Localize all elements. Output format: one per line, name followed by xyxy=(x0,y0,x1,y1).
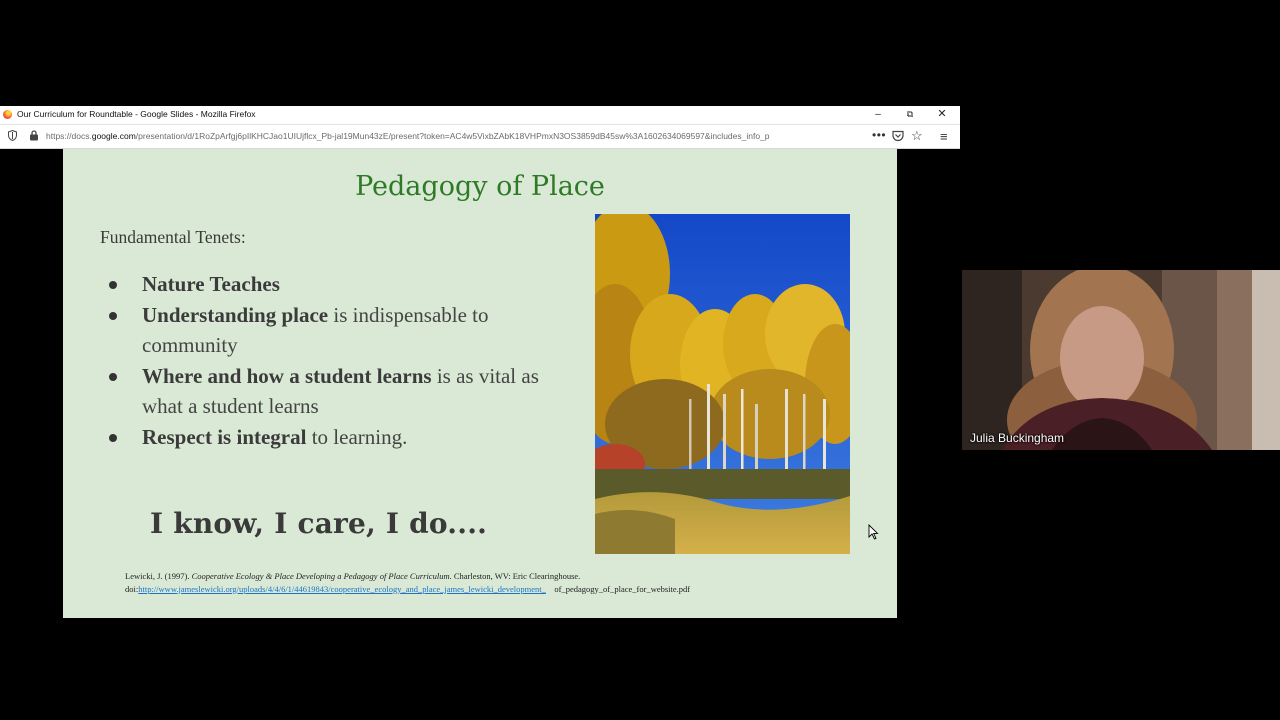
citation-title: Cooperative Ecology & Place Developing a… xyxy=(191,571,452,581)
pocket-icon[interactable] xyxy=(892,130,904,142)
citation-publisher: Charleston, WV: Eric Clearinghouse. xyxy=(451,571,581,581)
participant-video[interactable]: Julia Buckingham xyxy=(962,270,1280,450)
autumn-trees-photo xyxy=(595,214,850,554)
slide-title: Pedagogy of Place xyxy=(355,171,605,202)
title-bar: Our Curriculum for Roundtable - Google S… xyxy=(0,106,960,125)
shield-icon[interactable] xyxy=(8,130,17,141)
motto-text: I know, I care, I do.... xyxy=(150,507,488,540)
participant-name: Julia Buckingham xyxy=(970,431,1065,445)
firefox-logo-icon xyxy=(3,110,12,119)
bullet-text: to learning. xyxy=(306,424,408,449)
url-prefix: https://docs. xyxy=(46,131,92,141)
presentation-slide[interactable]: Pedagogy of Place Fundamental Tenets: Na… xyxy=(63,149,897,618)
close-button[interactable]: ✕ xyxy=(926,106,958,124)
bullet-bold-text: Where and how a student learns xyxy=(142,363,432,388)
bullet-bold-text: Nature Teaches xyxy=(142,272,280,296)
citation-link-end: of_pedagogy_of_place_for_website.pdf xyxy=(554,583,691,594)
hamburger-menu-icon[interactable]: ≡ xyxy=(940,129,948,144)
doi-label: doi: xyxy=(125,583,139,594)
list-item: Nature Teaches xyxy=(107,269,547,300)
window-title: Our Curriculum for Roundtable - Google S… xyxy=(17,109,256,119)
url-path: /presentation/d/1RoZpArfgj6pIlKHCJao1UIU… xyxy=(135,131,770,141)
url-text[interactable]: https://docs.google.com/presentation/d/1… xyxy=(46,131,870,141)
citation-author: Lewicki, J. (1997). xyxy=(125,571,192,581)
minimize-button[interactable]: – xyxy=(862,106,894,124)
tenets-label: Fundamental Tenets: xyxy=(100,227,246,247)
list-item: Understanding place is indispensable to … xyxy=(107,300,547,361)
lock-icon[interactable] xyxy=(29,130,39,141)
citation: Lewicki, J. (1997). Cooperative Ecology … xyxy=(125,570,690,595)
bullet-bold-text: Respect is integral xyxy=(142,424,307,449)
tenets-list: Nature Teaches Understanding place is in… xyxy=(107,269,547,452)
address-bar[interactable]: https://docs.google.com/presentation/d/1… xyxy=(0,125,960,149)
bookmark-star-icon[interactable]: ☆ xyxy=(911,128,923,144)
participant-video-frame xyxy=(962,270,1280,450)
url-domain: google.com xyxy=(91,131,136,141)
firefox-window: Our Curriculum for Roundtable - Google S… xyxy=(0,106,960,618)
citation-link[interactable]: http://www.jameslewicki.org/uploads/4/4/… xyxy=(138,584,546,594)
mouse-cursor-icon xyxy=(868,524,879,540)
list-item: Respect is integral to learning. xyxy=(107,422,547,453)
bullet-bold-text: Understanding place xyxy=(142,302,329,327)
restore-button[interactable]: ⧉ xyxy=(894,106,926,124)
page-actions-button[interactable]: ••• xyxy=(872,128,886,142)
citation-line1: Lewicki, J. (1997). Cooperative Ecology … xyxy=(125,570,690,583)
citation-line2: doi:http://www.jameslewicki.org/uploads/… xyxy=(125,583,690,596)
list-item: Where and how a student learns is as vit… xyxy=(107,361,547,422)
